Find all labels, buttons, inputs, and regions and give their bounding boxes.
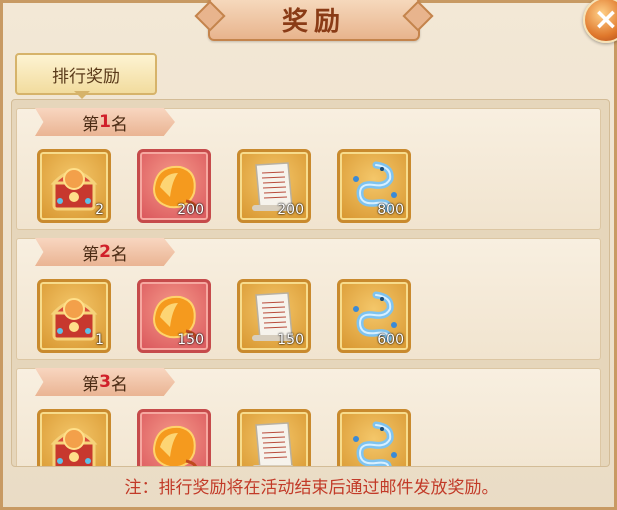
- item-count: 2: [95, 202, 104, 218]
- rank-prefix: 第: [82, 374, 100, 395]
- rank-number: 1: [99, 112, 111, 132]
- rank-label: 第1名: [35, 108, 175, 136]
- close-button[interactable]: ×: [583, 0, 617, 43]
- reward-item[interactable]: 200: [237, 149, 311, 223]
- item-count: 200: [177, 202, 204, 218]
- reward-item[interactable]: [137, 409, 211, 466]
- rank-suffix: 名: [110, 244, 128, 265]
- reward-panel: 奖励 × 排行奖励 第 1 名 2 200 200 800 第 2 名 1 150 150 600 第 3 名 …: [0, 0, 617, 510]
- item-count: 150: [177, 332, 204, 348]
- rank-suffix: 名: [110, 374, 128, 395]
- reward-item[interactable]: 200: [137, 149, 211, 223]
- item-count: 600: [377, 332, 404, 348]
- rank-card: 第 1 名 2 200 200 800: [16, 108, 601, 230]
- reward-items: 1 150 150 600: [37, 279, 411, 353]
- reward-note: 注：排行奖励将在活动结束后通过邮件发放奖励。: [124, 478, 499, 498]
- rank-suffix: 名: [110, 114, 128, 135]
- rank-prefix: 第: [82, 244, 100, 265]
- rank-reward-list[interactable]: 第 1 名 2 200 200 800 第 2 名 1 150 150 600 第 3 名: [11, 99, 610, 467]
- reward-item[interactable]: [337, 409, 411, 466]
- reward-items: 2 200 200 800: [37, 149, 411, 223]
- close-icon: ×: [593, 2, 617, 37]
- tab-label: 排行奖励: [52, 66, 120, 87]
- reward-item[interactable]: 150: [237, 279, 311, 353]
- item-count: 150: [277, 332, 304, 348]
- item-count: 800: [377, 202, 404, 218]
- rank-card: 第3名: [16, 368, 601, 466]
- title-banner: 奖励: [208, 0, 420, 41]
- rank-number: 2: [99, 242, 111, 262]
- rank-prefix: 第: [82, 114, 100, 135]
- rank-label: 第3名: [35, 368, 175, 396]
- reward-item[interactable]: 2: [37, 149, 111, 223]
- tab-pointer: [74, 91, 90, 99]
- reward-item[interactable]: 150: [137, 279, 211, 353]
- reward-item[interactable]: 600: [337, 279, 411, 353]
- rank-number: 3: [99, 372, 111, 392]
- panel-title: 奖励: [281, 6, 346, 37]
- reward-item[interactable]: 1: [37, 279, 111, 353]
- reward-item[interactable]: [237, 409, 311, 466]
- rank-label: 第2名: [35, 238, 175, 266]
- reward-item[interactable]: 800: [337, 149, 411, 223]
- reward-items: [37, 409, 411, 466]
- reward-item[interactable]: [37, 409, 111, 466]
- rank-card: 第 2 名 1 150 150 600: [16, 238, 601, 360]
- tab-rank-rewards[interactable]: 排行奖励: [15, 53, 157, 95]
- item-count: 200: [277, 202, 304, 218]
- item-count: 1: [95, 332, 104, 348]
